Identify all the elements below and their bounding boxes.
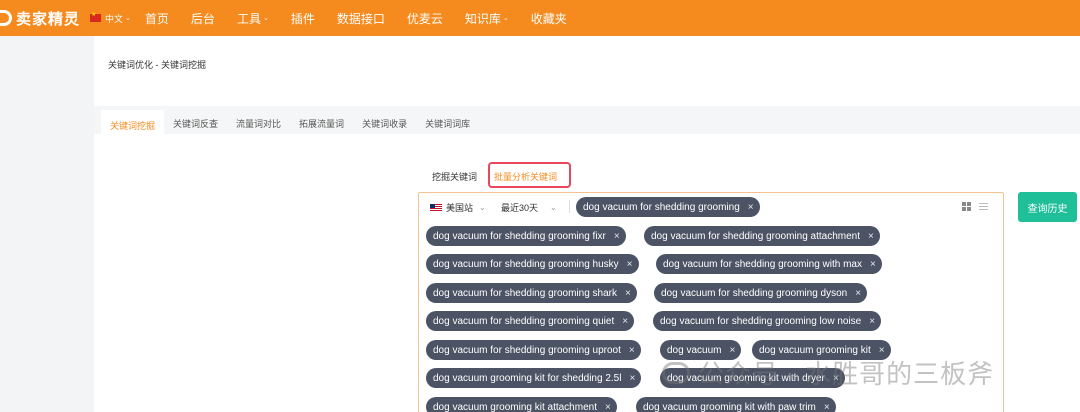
nav-plugins[interactable]: 插件 — [291, 10, 315, 27]
tab-reverse-lookup[interactable]: 关键词反查 — [164, 110, 227, 134]
close-icon[interactable]: × — [625, 288, 631, 299]
nav-backend[interactable]: 后台 — [191, 10, 215, 27]
us-flag-icon — [430, 203, 442, 212]
query-history-button[interactable]: 查询历史 — [1018, 192, 1077, 222]
nav-tools[interactable]: 工具 ⌄ — [237, 10, 269, 27]
close-icon[interactable]: × — [629, 373, 635, 384]
watermark: 公众号 · 水胜哥的三板斧 — [662, 354, 994, 391]
close-icon[interactable]: × — [855, 288, 861, 299]
keyword-chip: dog vacuum grooming kit for shedding 2.5… — [426, 368, 642, 388]
keyword-chip-label: dog vacuum for shedding grooming dyson — [661, 287, 848, 299]
keyword-chip-label: dog vacuum grooming kit with paw trim — [643, 401, 816, 412]
keyword-chip-label: dog vacuum for shedding grooming low noi… — [660, 315, 862, 327]
list-view-icon[interactable] — [979, 202, 988, 211]
chevron-down-icon: ⌄ — [125, 15, 131, 22]
nav-knowledge-base-label: 知识库 — [464, 11, 501, 26]
keyword-chip-label: dog vacuum grooming kit for shedding 2.5… — [433, 372, 622, 384]
keyword-chip: dog vacuum for shedding grooming with ma… — [656, 254, 882, 274]
nav-data-api-label: 数据接口 — [336, 11, 385, 26]
keyword-chip: dog vacuum for shedding grooming uproot × — [426, 340, 641, 360]
tool-tabs: 关键词挖掘 关键词反查 流量词对比 拓展流量词 关键词收录 关键词词库 — [101, 110, 479, 134]
view-toggle — [962, 202, 988, 211]
nav-favorites[interactable]: 收藏夹 — [531, 10, 567, 27]
logo-text: 卖家精灵 — [16, 10, 81, 28]
close-icon[interactable]: × — [622, 316, 628, 327]
tab-expand-traffic[interactable]: 拓展流量词 — [290, 110, 353, 134]
keyword-chip: dog vacuum for shedding grooming low noi… — [653, 311, 882, 331]
nav-home[interactable]: 首页 — [145, 10, 169, 27]
chevron-down-icon: ⌄ — [550, 203, 557, 212]
chevron-down-icon: ⌄ — [479, 203, 486, 212]
tab-keyword-mining[interactable]: 关键词挖掘 — [101, 110, 165, 134]
keyword-chip-label: dog vacuum for shedding grooming — [583, 201, 740, 213]
nav-youmaiyun[interactable]: 优麦云 — [407, 10, 443, 27]
watermark-text: 公众号 · 水胜哥的三板斧 — [698, 359, 995, 389]
grid-view-icon[interactable] — [962, 202, 971, 211]
language-label: 中文 — [105, 13, 124, 24]
site-select[interactable]: 美国站 ⌄ — [430, 201, 486, 214]
nav-youmaiyun-label: 优麦云 — [406, 11, 443, 26]
nav-data-api[interactable]: 数据接口 — [337, 10, 385, 27]
keyword-chip-label: dog vacuum for shedding grooming shark — [433, 287, 617, 299]
language-selector[interactable]: 中文 ⌄ — [90, 11, 131, 25]
tab-keyword-indexing[interactable]: 关键词收录 — [353, 110, 416, 134]
tab-keyword-library[interactable]: 关键词词库 — [416, 110, 479, 134]
site-select-value: 美国站 — [446, 203, 474, 213]
keyword-chip-label: dog vacuum grooming kit attachment — [433, 401, 597, 412]
highlight-annotation-box — [488, 162, 571, 188]
close-icon[interactable]: × — [605, 402, 611, 412]
keyword-chip: dog vacuum for shedding grooming fixr × — [426, 226, 626, 246]
date-range-select[interactable]: 最近30天 ⌄ — [501, 201, 557, 214]
breadcrumb-panel — [94, 36, 1080, 92]
close-icon[interactable]: × — [614, 231, 620, 242]
tab-traffic-compare[interactable]: 流量词对比 — [227, 110, 290, 134]
top-nav-bar: 卖家精灵 中文 ⌄ 首页 后台 工具⌄ 插件 数据接口 优麦云 知识库⌄ 收藏夹 — [0, 0, 1080, 36]
chevron-down-icon: ⌄ — [262, 15, 269, 22]
close-icon[interactable]: × — [870, 259, 876, 270]
close-icon[interactable]: × — [629, 345, 635, 356]
keyword-chip-label: dog vacuum for shedding grooming fixr — [433, 230, 606, 242]
date-range-value: 最近30天 — [501, 203, 539, 213]
china-flag-icon — [90, 11, 102, 22]
keyword-chip: dog vacuum grooming kit with paw trim × — [636, 397, 836, 412]
keyword-chip-label: dog vacuum for shedding grooming husky — [433, 258, 619, 270]
keyword-chip: dog vacuum for shedding grooming husky × — [426, 254, 639, 274]
wechat-icon — [662, 361, 690, 384]
nav-home-label: 首页 — [144, 11, 169, 26]
close-icon[interactable]: × — [627, 259, 633, 270]
close-icon[interactable]: × — [868, 231, 874, 242]
keyword-chip: dog vacuum grooming kit attachment × — [426, 397, 617, 412]
nav-plugins-label: 插件 — [290, 11, 315, 26]
keyword-chip: dog vacuum for shedding grooming dyson × — [654, 283, 868, 303]
close-icon[interactable]: × — [748, 202, 754, 213]
keyword-chip-label: dog vacuum for shedding grooming uproot — [433, 344, 621, 356]
keyword-chip: dog vacuum for shedding grooming × — [576, 197, 760, 217]
close-icon[interactable]: × — [824, 402, 830, 412]
subtab-mine-keywords[interactable]: 挖掘关键词 — [432, 170, 477, 183]
keyword-chip: dog vacuum for shedding grooming shark × — [426, 283, 637, 303]
nav-tools-label: 工具 — [236, 11, 261, 26]
chevron-down-icon: ⌄ — [502, 15, 509, 22]
keyword-chip: dog vacuum for shedding grooming quiet × — [426, 311, 635, 331]
keyword-chip: dog vacuum for shedding grooming attachm… — [644, 226, 880, 246]
logo[interactable]: 卖家精灵 — [0, 0, 80, 36]
nav-favorites-label: 收藏夹 — [530, 11, 567, 26]
keyword-chip-label: dog vacuum for shedding grooming attachm… — [651, 230, 861, 242]
close-icon[interactable]: × — [869, 316, 875, 327]
keyword-chip-label: dog vacuum for shedding grooming with ma… — [663, 258, 862, 270]
nav-knowledge-base[interactable]: 知识库 ⌄ — [465, 10, 509, 27]
divider — [569, 200, 570, 213]
nav-backend-label: 后台 — [190, 11, 215, 26]
logo-icon — [0, 10, 12, 26]
keyword-chip-label: dog vacuum for shedding grooming quiet — [433, 315, 615, 327]
breadcrumb: 关键词优化 - 关键词挖掘 — [108, 60, 206, 70]
